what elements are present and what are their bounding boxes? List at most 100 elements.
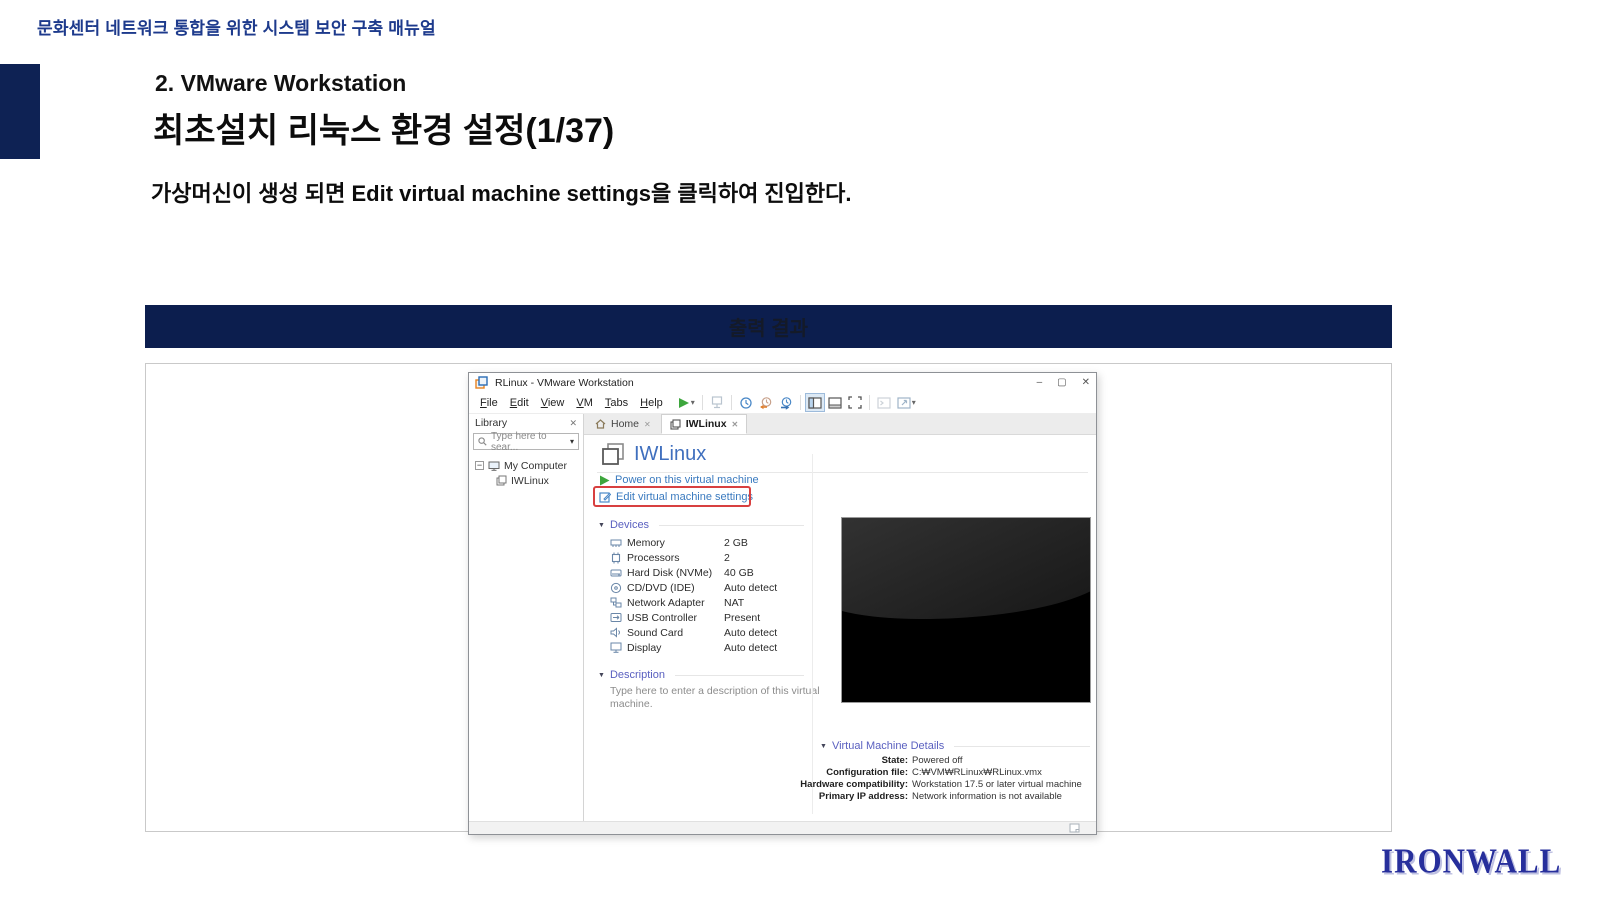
device-value: 2 GB — [724, 536, 748, 549]
library-tree: − My Computer IWLinux — [469, 450, 583, 488]
vm-title-header: IWLinux — [601, 442, 706, 466]
vm-icon-large — [601, 442, 625, 466]
memory-icon — [610, 538, 622, 548]
section-rule — [674, 674, 804, 676]
vm-details-section-label: Virtual Machine Details — [831, 740, 945, 752]
device-name: Hard Disk (NVMe) — [627, 566, 713, 579]
detail-row-hardware-compatibility: Hardware compatibility: Workstation 17.5 … — [800, 779, 1082, 790]
cd-dvd-icon — [610, 582, 622, 594]
section-label: 2. VMware Workstation — [155, 70, 407, 96]
window-titlebar[interactable]: RLinux - VMware Workstation – ▢ ✕ — [469, 373, 1096, 392]
menu-edit[interactable]: Edit — [504, 395, 535, 411]
device-name: Sound Card — [627, 626, 684, 639]
tree-item-my-computer[interactable]: − My Computer — [469, 458, 583, 473]
vm-icon — [670, 418, 681, 430]
menu-file[interactable]: File — [474, 395, 504, 411]
detail-label: State: — [881, 755, 908, 766]
external-display-caret-icon[interactable]: ▾ — [912, 398, 916, 407]
menu-view[interactable]: View — [535, 395, 571, 411]
ironwall-logo: IRONWALL — [1381, 841, 1562, 881]
home-icon — [595, 419, 606, 429]
description-section-header[interactable]: ▼ Description — [598, 669, 804, 681]
play-icon — [599, 475, 610, 486]
collapse-triangle-icon[interactable]: ▼ — [598, 522, 605, 529]
library-close-icon[interactable]: ✕ — [569, 418, 577, 429]
description-placeholder[interactable]: Type here to enter a description of this… — [610, 685, 830, 710]
device-name: Display — [627, 641, 662, 654]
vmware-window: RLinux - VMware Workstation – ▢ ✕ File E… — [468, 372, 1097, 835]
search-placeholder: Type here to sear... — [491, 430, 547, 453]
devices-section-label: Devices — [609, 519, 650, 531]
slide-page: 문화센터 네트워크 통합을 위한 시스템 보안 구축 매뉴얼 2. VMware… — [0, 0, 1603, 898]
tab-close-icon[interactable]: ✕ — [644, 420, 651, 429]
device-name: CD/DVD (IDE) — [627, 581, 695, 594]
menu-tabs[interactable]: Tabs — [599, 395, 634, 411]
menu-help[interactable]: Help — [634, 395, 669, 411]
library-panel: Library ✕ Type here to sear... ▾ − My Co… — [469, 414, 584, 821]
fullscreen-button[interactable] — [845, 393, 865, 412]
tab-home[interactable]: Home ✕ — [587, 414, 659, 434]
left-accent-block — [0, 64, 40, 159]
header-divider — [597, 472, 1088, 473]
device-value: Present — [724, 611, 761, 624]
device-value: Auto detect — [724, 626, 778, 639]
show-library-toggle[interactable] — [804, 393, 825, 412]
tree-item-label: My Computer — [504, 459, 568, 472]
device-value: Auto detect — [724, 581, 778, 594]
message-log-icon[interactable] — [1069, 823, 1080, 833]
menu-toolbar: File Edit View VM Tabs Help ▾ ▾ — [469, 392, 1096, 414]
detail-row-configuration-file: Configuration file: C:₩VM₩RLinux₩RLinux.v… — [800, 767, 1042, 778]
detail-row-state: State: Powered off — [800, 755, 963, 766]
devices-section-header[interactable]: ▼ Devices — [598, 519, 804, 531]
collapse-triangle-icon[interactable]: ▼ — [598, 672, 605, 679]
vm-details-section-header[interactable]: ▼ Virtual Machine Details — [820, 740, 1090, 752]
sound-icon — [610, 627, 622, 638]
device-name: Network Adapter — [627, 596, 705, 609]
power-on-toolbar-button[interactable]: ▾ — [675, 393, 698, 412]
instruction-text: 가상머신이 생성 되면 Edit virtual machine setting… — [151, 181, 852, 206]
power-options-caret-icon[interactable]: ▾ — [691, 398, 695, 407]
power-on-label: Power on this virtual machine — [615, 474, 759, 486]
tree-expander-icon[interactable]: − — [475, 461, 484, 470]
device-value: NAT — [724, 596, 745, 609]
tab-label: IWLinux — [685, 418, 727, 430]
send-ctrl-alt-del-button[interactable] — [707, 393, 727, 412]
external-display-button[interactable]: ▾ — [894, 393, 919, 412]
collapse-triangle-icon[interactable]: ▼ — [820, 743, 827, 750]
vm-screen-preview[interactable] — [841, 517, 1091, 703]
detail-label: Configuration file: — [826, 767, 908, 778]
minimize-button[interactable]: – — [1037, 377, 1043, 388]
close-button[interactable]: ✕ — [1082, 377, 1090, 388]
section-rule — [954, 745, 1090, 747]
show-thumbnail-bar-toggle[interactable] — [825, 393, 845, 412]
take-snapshot-button[interactable] — [736, 393, 756, 412]
description-section-label: Description — [609, 669, 665, 681]
device-value: 40 GB — [724, 566, 754, 579]
status-bar — [469, 821, 1096, 834]
vm-name-heading: IWLinux — [634, 442, 707, 465]
tree-item-label: IWLinux — [511, 474, 549, 487]
search-icon — [478, 437, 487, 446]
search-caret-icon[interactable]: ▾ — [570, 437, 574, 446]
usb-icon — [610, 612, 622, 623]
tab-close-icon[interactable]: ✕ — [732, 420, 739, 429]
tab-iwlinux[interactable]: IWLinux ✕ — [660, 414, 748, 434]
section-rule — [659, 524, 804, 526]
manage-snapshots-button[interactable] — [776, 393, 796, 412]
menu-vm[interactable]: VM — [570, 395, 599, 411]
output-result-banner: 출력 결과 — [145, 305, 1392, 348]
library-search-input[interactable]: Type here to sear... ▾ — [473, 430, 579, 453]
hard-disk-icon — [610, 568, 622, 578]
power-on-link[interactable]: Power on this virtual machine — [599, 474, 759, 486]
red-highlight-annotation — [593, 486, 751, 507]
tree-item-iwlinux[interactable]: IWLinux — [469, 473, 583, 488]
revert-snapshot-button[interactable] — [756, 393, 776, 412]
console-view-button[interactable] — [874, 393, 894, 412]
tab-strip: Home ✕ IWLinux ✕ — [584, 414, 1096, 435]
detail-value: Network information is not available — [912, 791, 1062, 802]
device-value: 2 — [724, 551, 730, 564]
detail-value: Powered off — [912, 755, 963, 766]
maximize-button[interactable]: ▢ — [1057, 377, 1066, 388]
tab-label: Home — [611, 418, 640, 430]
device-name: Memory — [627, 536, 665, 549]
